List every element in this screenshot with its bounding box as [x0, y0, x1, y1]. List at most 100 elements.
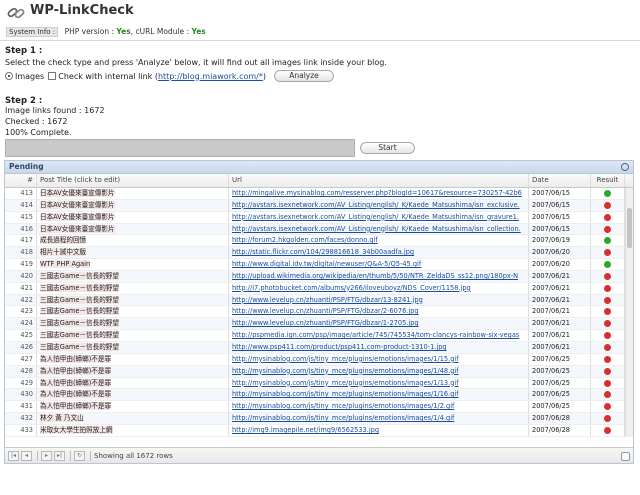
post-title-link[interactable]: 為人怕甲由(蟑螂)不是罪: [40, 402, 112, 411]
internal-link-checkbox[interactable]: [48, 72, 57, 80]
last-page-icon[interactable]: ▸|: [54, 450, 65, 461]
post-title-link[interactable]: 米取女大學生拍照放上網: [40, 425, 113, 434]
table-row[interactable]: 433 米取女大學生拍照放上網 http://img9.imagepile.net/…: [5, 424, 633, 437]
row-url[interactable]: http://i7.photobucket.com/albums/y266/il…: [229, 282, 529, 294]
url-link[interactable]: http://www.levelup.cn/zhuanti/PSP/FTG/db…: [232, 307, 419, 315]
row-post-title[interactable]: 日本AV女優來臺宣傳影片: [37, 199, 229, 211]
row-post-title[interactable]: 為人怕甲由(蟑螂)不是罪: [37, 365, 229, 377]
table-row[interactable]: 415 日本AV女優來臺宣傳影片 http://avstars.isexnetwor…: [5, 211, 633, 224]
row-post-title[interactable]: 米取女大學生拍照放上網: [37, 424, 229, 436]
post-title-link[interactable]: 三國志Game－信長的野望: [40, 319, 119, 328]
post-title-link[interactable]: 三國志Game－信長的野望: [40, 342, 119, 351]
row-url[interactable]: http://pspmedia.ign.com/psp/image/articl…: [229, 330, 529, 341]
row-url[interactable]: http://www.levelup.cn/zhuanti/PSP/FTG/db…: [229, 294, 529, 306]
col-header-date[interactable]: Date: [529, 174, 591, 187]
url-link[interactable]: http://www.digital.idv.tw/digital/newuse…: [232, 260, 421, 268]
table-row[interactable]: 429 為人怕甲由(蟑螂)不是罪 http://mysinablog.com/js/…: [5, 377, 633, 390]
post-title-link[interactable]: 日本AV女優來臺宣傳影片: [40, 212, 115, 221]
table-row[interactable]: 418 相片十誡中文版 http://static.flickr.com/104/2…: [5, 247, 633, 260]
table-row[interactable]: 431 為人怕甲由(蟑螂)不是罪 http://mysinablog.com/js/…: [5, 401, 633, 414]
post-title-link[interactable]: 三國志Game－信長的野望: [40, 331, 119, 340]
url-link[interactable]: http://mingalive.mysinablog.com/resserve…: [232, 189, 522, 197]
table-row[interactable]: 424 三國志Game－信長的野望 http://www.levelup.cn/zh…: [5, 318, 633, 331]
refresh-icon[interactable]: ↻: [74, 450, 85, 461]
row-post-title[interactable]: 為人怕甲由(蟑螂)不是罪: [37, 401, 229, 413]
url-link[interactable]: http://www.levelup.cn/zhuanti/PSP/FTG/db…: [232, 296, 423, 304]
prev-page-icon[interactable]: ◂: [21, 450, 32, 461]
table-row[interactable]: 413 日本AV女優來臺宣傳影片 http://mingalive.mysinabl…: [5, 188, 633, 200]
url-link[interactable]: http://mysinablog.com/js/tiny_mce/plugin…: [232, 414, 454, 422]
row-post-title[interactable]: 三國志Game－信長的野望: [37, 341, 229, 353]
row-post-title[interactable]: WTF PHP Again: [37, 259, 229, 270]
row-post-title[interactable]: 三國志Game－信長的野望: [37, 294, 229, 306]
scrollbar-thumb[interactable]: [627, 208, 632, 248]
row-post-title[interactable]: 日本AV女優來臺宣傳影片: [37, 223, 229, 235]
post-title-link[interactable]: 成長過程的回憶: [40, 236, 87, 245]
row-post-title[interactable]: 為人怕甲由(蟑螂)不是罪: [37, 353, 229, 365]
row-url[interactable]: http://www.levelup.cn/zhuanti/PSP/FTG/db…: [229, 306, 529, 318]
internal-link-url[interactable]: http://blog.miawork.com/*: [158, 72, 263, 81]
row-url[interactable]: http://forum2.hkgolden.com/faces/donno.g…: [229, 235, 529, 247]
row-url[interactable]: http://avstars.isexnetwork.com/AV_Listin…: [229, 199, 529, 211]
table-row[interactable]: 423 三國志Game－信長的野望 http://www.levelup.cn/zh…: [5, 306, 633, 319]
post-title-link[interactable]: 為人怕甲由(蟑螂)不是罪: [40, 390, 112, 399]
url-link[interactable]: http://avstars.isexnetwork.com/AV_Listin…: [232, 213, 519, 221]
grid-body[interactable]: 413 日本AV女優來臺宣傳影片 http://mingalive.mysinabl…: [5, 188, 633, 437]
row-url[interactable]: http://www.psp411.com/product/psp411.com…: [229, 341, 529, 353]
url-link[interactable]: http://mysinablog.com/js/tiny_mce/plugin…: [232, 355, 459, 363]
table-row[interactable]: 425 三國志Game－信長的野望 http://pspmedia.ign.com/…: [5, 330, 633, 342]
url-link[interactable]: http://mysinablog.com/js/tiny_mce/plugin…: [232, 367, 459, 375]
table-row[interactable]: 422 三國志Game－信長的野望 http://www.levelup.cn/zh…: [5, 294, 633, 307]
url-link[interactable]: http://img9.imagepile.net/img9/6562533.j…: [232, 426, 379, 434]
table-row[interactable]: 430 為人怕甲由(蟑螂)不是罪 http://mysinablog.com/js/…: [5, 389, 633, 402]
vertical-scrollbar[interactable]: [625, 188, 633, 437]
row-url[interactable]: http://mysinablog.com/js/tiny_mce/plugin…: [229, 401, 529, 413]
row-url[interactable]: http://mysinablog.com/js/tiny_mce/plugin…: [229, 413, 529, 424]
url-link[interactable]: http://mysinablog.com/js/tiny_mce/plugin…: [232, 402, 454, 410]
table-row[interactable]: 420 三國志Game－信長的野望 http://upload.wikimedia.…: [5, 270, 633, 283]
row-url[interactable]: http://mysinablog.com/js/tiny_mce/plugin…: [229, 353, 529, 365]
row-post-title[interactable]: 日本AV女優來臺宣傳影片: [37, 188, 229, 199]
post-title-link[interactable]: 為人怕甲由(蟑螂)不是罪: [40, 354, 112, 363]
post-title-link[interactable]: 日本AV女優來臺宣傳影片: [40, 189, 115, 197]
row-url[interactable]: http://www.levelup.cn/zhuanti/PSP/FTG/db…: [229, 318, 529, 330]
row-url[interactable]: http://static.flickr.com/104/298816618_3…: [229, 247, 529, 259]
analyze-button[interactable]: Analyze: [274, 70, 335, 82]
row-post-title[interactable]: 為人怕甲由(蟑螂)不是罪: [37, 377, 229, 389]
col-header-post-title[interactable]: Post Title (click to edit): [37, 174, 229, 187]
table-row[interactable]: 417 成長過程的回憶 http://forum2.hkgolden.com/fac…: [5, 235, 633, 248]
url-link[interactable]: http://www.psp411.com/product/psp411.com…: [232, 343, 447, 351]
row-url[interactable]: http://mingalive.mysinablog.com/resserve…: [229, 188, 529, 199]
table-row[interactable]: 416 日本AV女優來臺宣傳影片 http://avstars.isexnetwor…: [5, 223, 633, 236]
row-post-title[interactable]: 三國志Game－信長的野望: [37, 318, 229, 330]
post-title-link[interactable]: WTF PHP Again: [40, 260, 91, 269]
post-title-link[interactable]: 三國志Game－信長的野望: [40, 307, 119, 316]
col-header-number[interactable]: #: [5, 174, 37, 187]
post-title-link[interactable]: 相片十誡中文版: [40, 248, 87, 257]
url-link[interactable]: http://mysinablog.com/js/tiny_mce/plugin…: [232, 390, 459, 398]
url-link[interactable]: http://pspmedia.ign.com/psp/image/articl…: [232, 331, 519, 339]
images-radio[interactable]: [5, 72, 13, 80]
url-link[interactable]: http://avstars.isexnetwork.com/AV_Listin…: [232, 225, 521, 233]
table-row[interactable]: 421 三國志Game－信長的野望 http://i7.photobucket.co…: [5, 282, 633, 295]
row-url[interactable]: http://mysinablog.com/js/tiny_mce/plugin…: [229, 377, 529, 389]
row-post-title[interactable]: 為人怕甲由(蟑螂)不是罪: [37, 389, 229, 401]
post-title-link[interactable]: 三國志Game－信長的野望: [40, 295, 119, 304]
next-page-icon[interactable]: ▸: [41, 450, 52, 461]
row-url[interactable]: http://upload.wikimedia.org/wikipedia/en…: [229, 270, 529, 282]
search-icon[interactable]: [621, 163, 629, 171]
row-url[interactable]: http://avstars.isexnetwork.com/AV_Listin…: [229, 223, 529, 235]
row-url[interactable]: http://avstars.isexnetwork.com/AV_Listin…: [229, 211, 529, 223]
row-post-title[interactable]: 林夕 黃 乃文山: [37, 413, 229, 424]
table-row[interactable]: 426 三國志Game－信長的野望 http://www.psp411.com/pr…: [5, 341, 633, 354]
table-row[interactable]: 432 林夕 黃 乃文山 http://mysinablog.com/js/tiny…: [5, 413, 633, 425]
row-post-title[interactable]: 相片十誡中文版: [37, 247, 229, 259]
row-post-title[interactable]: 三國志Game－信長的野望: [37, 270, 229, 282]
row-post-title[interactable]: 成長過程的回憶: [37, 235, 229, 247]
table-row[interactable]: 414 日本AV女優來臺宣傳影片 http://avstars.isexnetwor…: [5, 199, 633, 212]
table-row[interactable]: 419 WTF PHP Again http://www.digital.idv.t…: [5, 259, 633, 271]
post-title-link[interactable]: 三國志Game－信長的野望: [40, 283, 119, 292]
first-page-icon[interactable]: |◂: [8, 450, 19, 461]
col-header-result[interactable]: Result: [591, 174, 625, 187]
url-link[interactable]: http://mysinablog.com/js/tiny_mce/plugin…: [232, 379, 459, 387]
